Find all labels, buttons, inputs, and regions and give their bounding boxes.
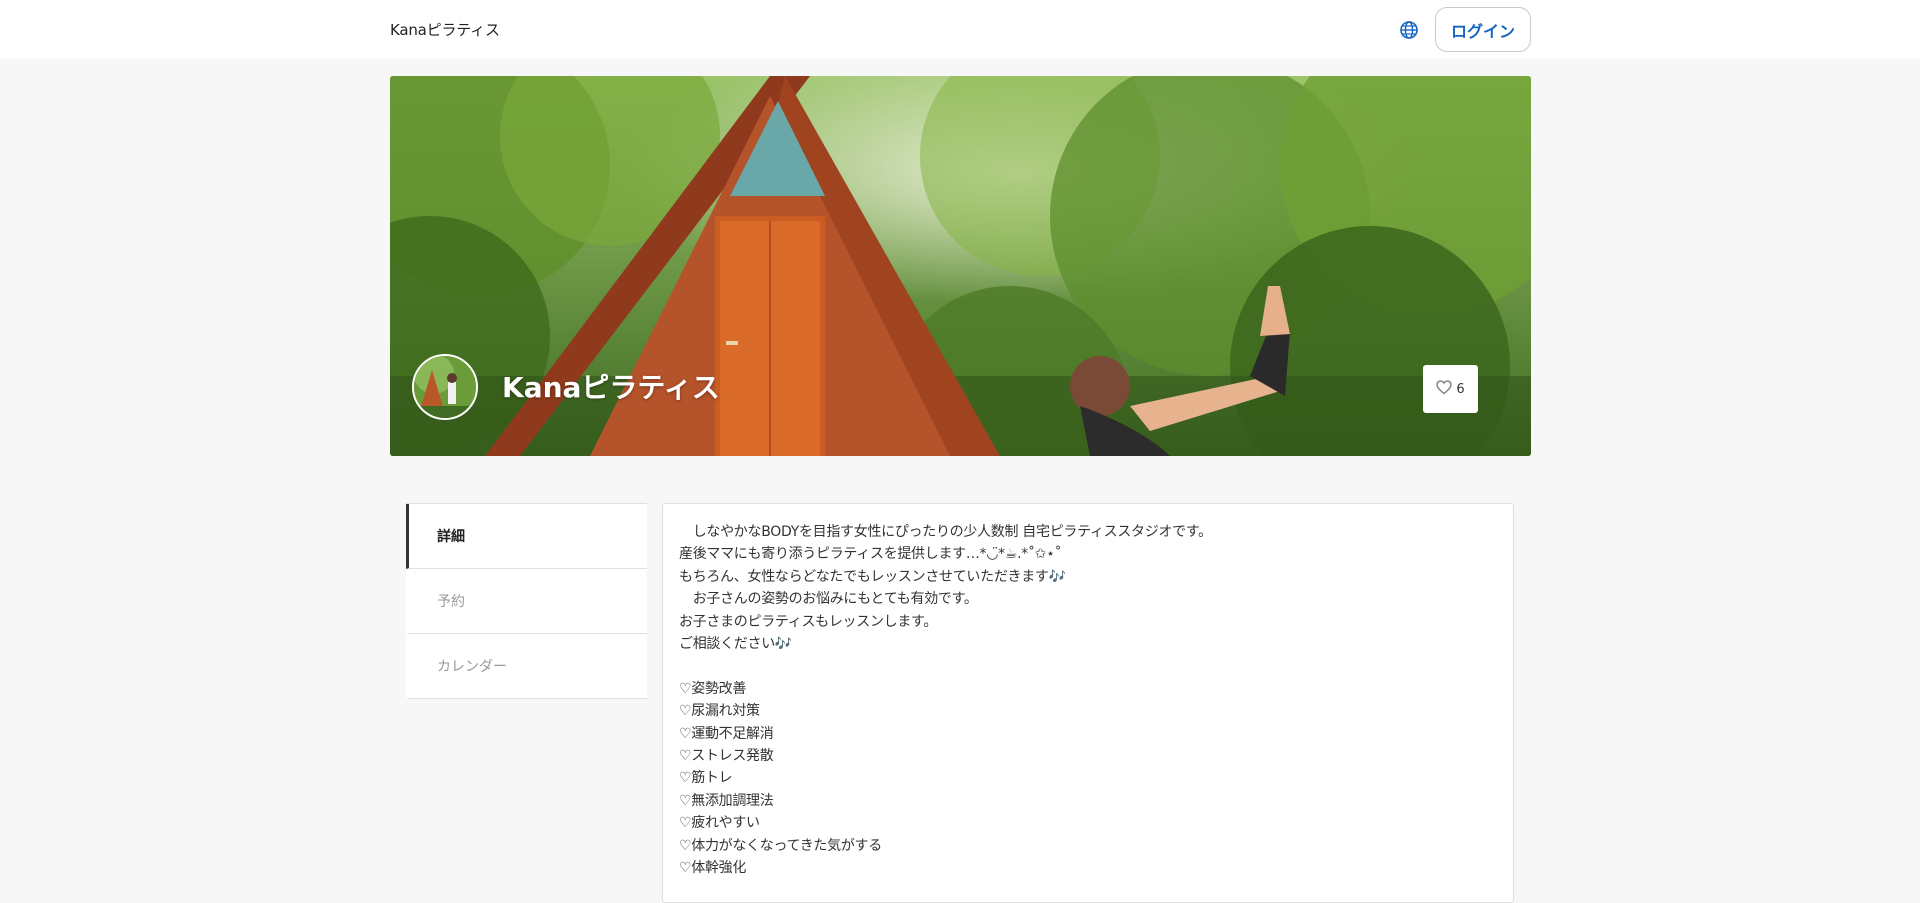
- tab-reservation[interactable]: 予約: [406, 569, 647, 634]
- description-line: ♡尿漏れ対策: [679, 703, 760, 720]
- tab-calendar[interactable]: カレンダー: [406, 634, 647, 699]
- like-button[interactable]: 6: [1423, 365, 1478, 413]
- login-button[interactable]: ログイン: [1435, 7, 1531, 52]
- tab-details[interactable]: 詳細: [406, 504, 647, 569]
- like-count: 6: [1456, 381, 1465, 397]
- description-panel: しなやかなBODYを目指す女性にぴったりの少人数制 自宅ピラティススタジオです。…: [662, 503, 1514, 903]
- description-line: ♡筋トレ: [679, 770, 733, 787]
- top-navbar: Kanaピラティス ログイン: [0, 0, 1920, 59]
- description-line: しなやかなBODYを目指す女性にぴったりの少人数制 自宅ピラティススタジオです。: [679, 524, 1212, 540]
- description-line: ♡疲れやすい: [679, 815, 760, 832]
- description-line: ♡姿勢改善: [679, 680, 747, 697]
- description-line: [679, 655, 1497, 677]
- description-line: ♡無添加調理法: [679, 792, 774, 809]
- description-line: お子さまのピラティスもレッスンします。: [679, 613, 938, 630]
- site-brand[interactable]: Kanaピラティス: [390, 19, 500, 40]
- description-line: ♡体力がなくなってきた気がする: [679, 837, 882, 854]
- description-line: ♡ストレス発散: [679, 748, 774, 765]
- description-line: お子さんの姿勢のお悩みにもとても有効です。: [679, 591, 978, 608]
- globe-icon[interactable]: [1398, 19, 1420, 41]
- description-line: 産後ママにも寄り添うピラティスを提供します…*◡̈*☕︎.*˚✩⋆˚: [679, 546, 1062, 563]
- description-line: ♡体幹強化: [679, 860, 747, 877]
- description-line: もちろん、女性ならどなたでもレッスンさせていただきます🎶: [679, 568, 1066, 585]
- heart-outline-icon: [1436, 379, 1453, 399]
- description-line: ご相談ください🎶: [679, 636, 793, 653]
- studio-title: Kanaピラティス: [502, 371, 720, 404]
- side-nav: 詳細 予約 カレンダー: [406, 503, 647, 699]
- description-line: ♡運動不足解消: [679, 725, 774, 742]
- avatar: [412, 354, 478, 420]
- hero-banner: Kanaピラティス 6: [390, 76, 1531, 456]
